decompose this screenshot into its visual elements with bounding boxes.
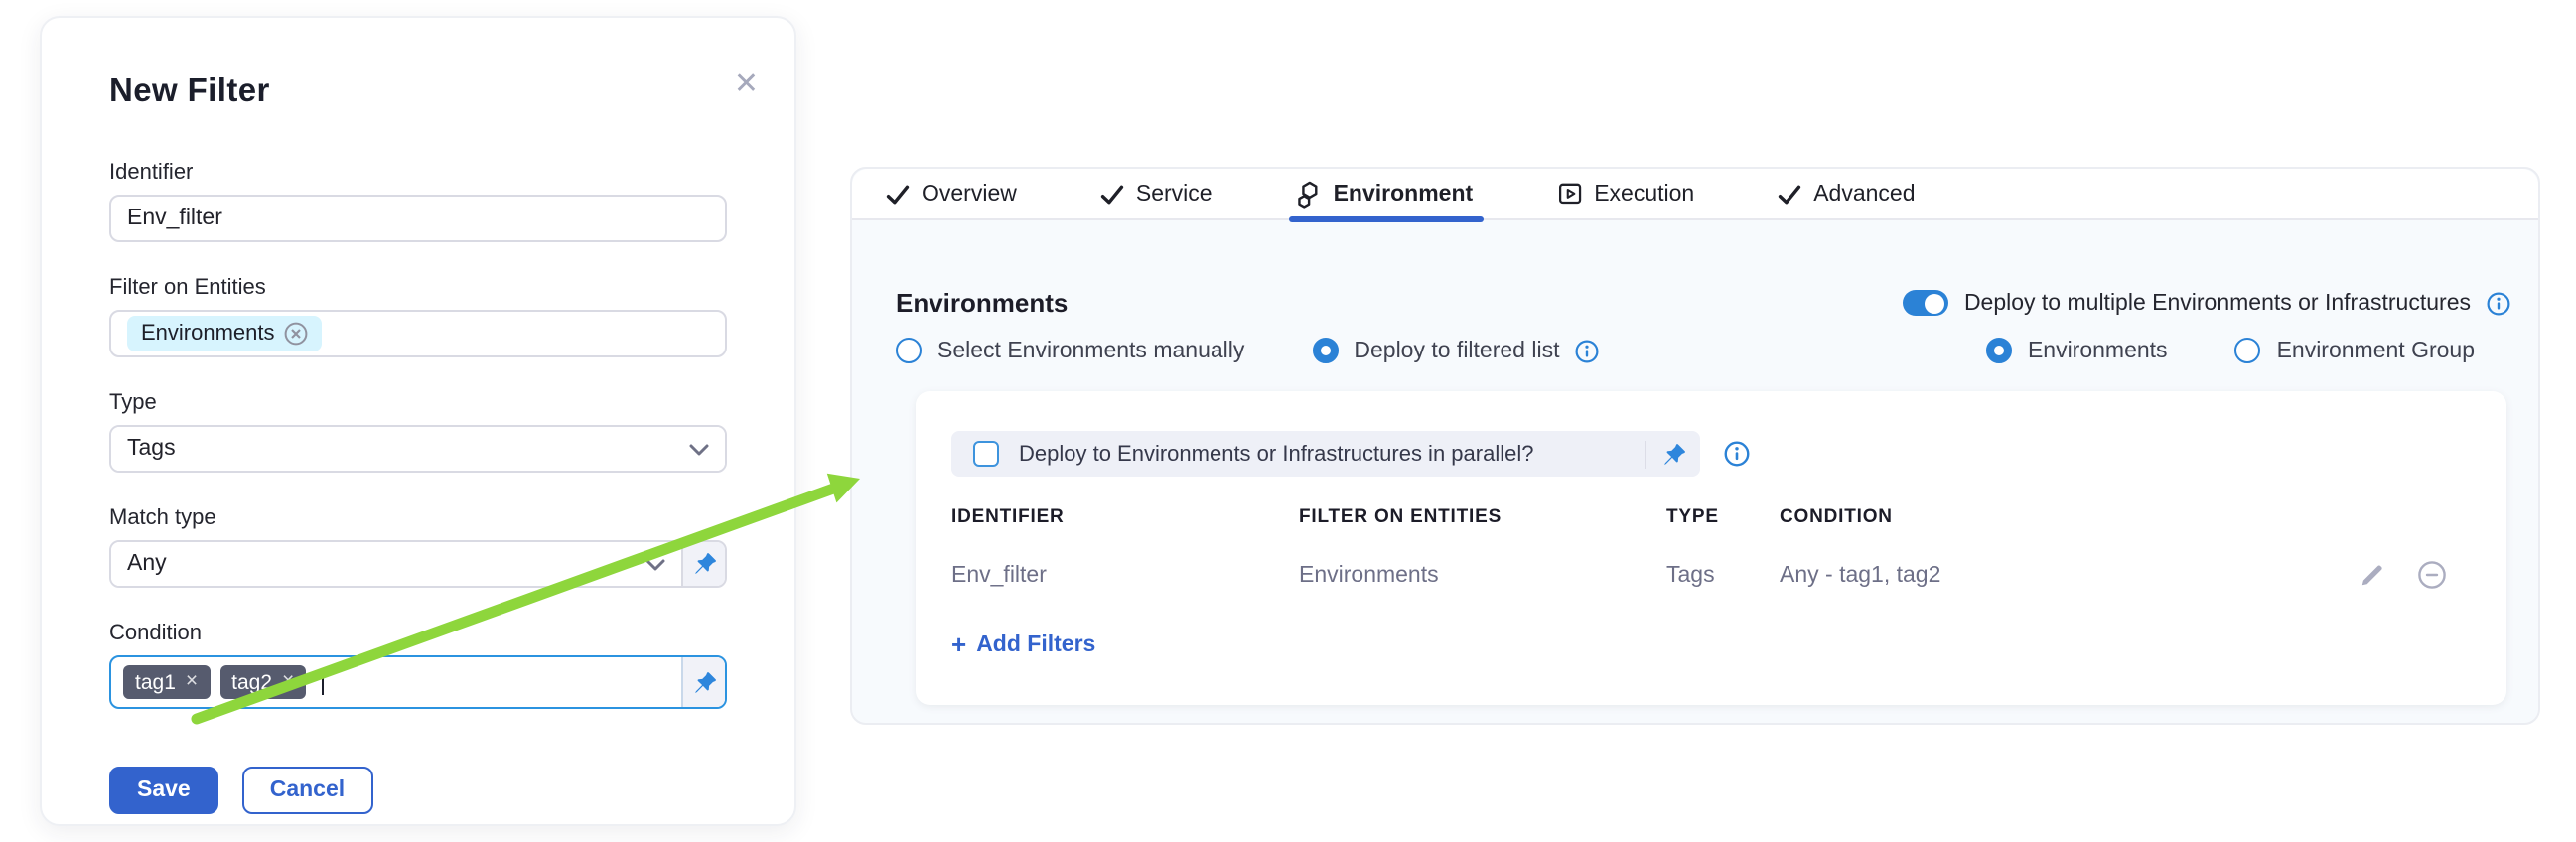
page: ✕ New Filter Identifier Env_filter Filte… xyxy=(0,0,2576,842)
cell-filter-on-entities: Environments xyxy=(1299,563,1666,587)
tab-execution[interactable]: Execution xyxy=(1556,168,1694,219)
pin-icon[interactable] xyxy=(1646,442,1700,466)
match-type-value: Any xyxy=(127,552,167,576)
stage-tabbar: Overview Service Environment Execution A… xyxy=(852,169,2538,220)
remove-entity-icon[interactable] xyxy=(285,322,309,346)
cell-identifier: Env_filter xyxy=(951,563,1299,587)
col-identifier: IDENTIFIER xyxy=(951,506,1299,528)
identifier-label: Identifier xyxy=(109,161,763,185)
condition-tag-chip: tag2 × xyxy=(219,665,306,699)
remove-tag-icon[interactable]: × xyxy=(282,672,294,693)
pin-icon[interactable] xyxy=(681,657,725,707)
info-icon[interactable] xyxy=(1575,339,1599,362)
type-label: Type xyxy=(109,391,763,415)
type-value: Tags xyxy=(127,437,176,461)
condition-label: Condition xyxy=(109,622,763,645)
add-filters-button[interactable]: + Add Filters xyxy=(951,630,1095,659)
filter-on-entities-input[interactable]: Environments xyxy=(109,310,727,357)
radio-deploy-filtered-label: Deploy to filtered list xyxy=(1354,339,1559,362)
deploy-multiple-label: Deploy to multiple Environments or Infra… xyxy=(1964,291,2471,315)
condition-tag-chip: tag1 × xyxy=(123,665,210,699)
tab-overview[interactable]: Overview xyxy=(886,168,1017,219)
pin-icon[interactable] xyxy=(681,542,725,586)
stage-config-panel: Overview Service Environment Execution A… xyxy=(850,167,2540,725)
identifier-value: Env_filter xyxy=(127,207,222,230)
tab-label: Advanced xyxy=(1813,182,1915,206)
check-icon xyxy=(1778,182,1801,206)
col-type: TYPE xyxy=(1666,506,1780,528)
type-select[interactable]: Tags xyxy=(109,425,727,473)
cell-type: Tags xyxy=(1666,563,1780,587)
radio-environments[interactable] xyxy=(1986,338,2012,363)
tab-label: Overview xyxy=(922,182,1017,206)
col-condition: CONDITION xyxy=(1780,506,2447,528)
radio-select-manually[interactable] xyxy=(896,338,922,363)
filters-table-header: IDENTIFIER FILTER ON ENTITIES TYPE CONDI… xyxy=(951,506,2447,528)
edit-icon[interactable] xyxy=(2360,562,2385,588)
chevron-down-icon xyxy=(689,442,709,456)
parallel-checkbox[interactable] xyxy=(973,441,999,467)
environment-hexagons-icon xyxy=(1296,180,1322,208)
save-button[interactable]: Save xyxy=(109,767,218,814)
filter-on-entities-label: Filter on Entities xyxy=(109,276,763,300)
info-icon[interactable] xyxy=(2487,291,2510,315)
filters-card: Deploy to Environments or Infrastructure… xyxy=(916,391,2506,705)
table-row: Env_filter Environments Tags Any - tag1,… xyxy=(951,560,2447,590)
radio-select-manually-label: Select Environments manually xyxy=(937,339,1244,362)
chevron-down-icon xyxy=(645,557,665,571)
add-filters-label: Add Filters xyxy=(976,632,1095,656)
tab-service[interactable]: Service xyxy=(1100,168,1213,219)
tab-label: Service xyxy=(1136,182,1213,206)
radio-environment-group-label: Environment Group xyxy=(2277,339,2475,362)
modal-title: New Filter xyxy=(109,73,763,111)
remove-row-icon[interactable] xyxy=(2417,560,2447,590)
parallel-label: Deploy to Environments or Infrastructure… xyxy=(1019,442,1533,466)
tab-label: Execution xyxy=(1594,182,1694,206)
tab-label: Environment xyxy=(1334,182,1474,206)
check-icon xyxy=(1100,182,1124,206)
match-type-label: Match type xyxy=(109,506,763,530)
check-icon xyxy=(886,182,910,206)
close-icon[interactable]: ✕ xyxy=(734,70,759,99)
info-icon[interactable] xyxy=(1724,441,1750,467)
plus-icon: + xyxy=(951,630,966,659)
tab-advanced[interactable]: Advanced xyxy=(1778,168,1915,219)
environments-heading: Environments xyxy=(896,288,1068,318)
parallel-option-bar: Deploy to Environments or Infrastructure… xyxy=(951,431,1700,477)
execution-play-square-icon xyxy=(1556,181,1582,207)
cell-condition: Any - tag1, tag2 xyxy=(1780,563,2360,587)
radio-environments-label: Environments xyxy=(2028,339,2168,362)
radio-deploy-filtered[interactable] xyxy=(1312,338,1338,363)
entity-chip: Environments xyxy=(127,316,323,351)
condition-tag-label: tag1 xyxy=(135,670,176,694)
environment-tab-content: Environments Deploy to multiple Environm… xyxy=(852,220,2538,705)
deploy-multiple-toggle[interactable] xyxy=(1903,290,1948,316)
remove-tag-icon[interactable]: × xyxy=(186,672,198,693)
text-cursor xyxy=(322,669,324,695)
condition-tag-label: tag2 xyxy=(231,670,272,694)
cancel-button[interactable]: Cancel xyxy=(242,767,372,814)
entity-chip-label: Environments xyxy=(141,322,275,346)
identifier-input[interactable]: Env_filter xyxy=(109,195,727,242)
tab-environment[interactable]: Environment xyxy=(1296,168,1474,219)
new-filter-modal: ✕ New Filter Identifier Env_filter Filte… xyxy=(40,16,796,826)
radio-environment-group[interactable] xyxy=(2235,338,2261,363)
match-type-select[interactable]: Any xyxy=(109,540,727,588)
condition-input[interactable]: tag1 × tag2 × xyxy=(109,655,727,709)
col-filter-on-entities: FILTER ON ENTITIES xyxy=(1299,506,1666,528)
